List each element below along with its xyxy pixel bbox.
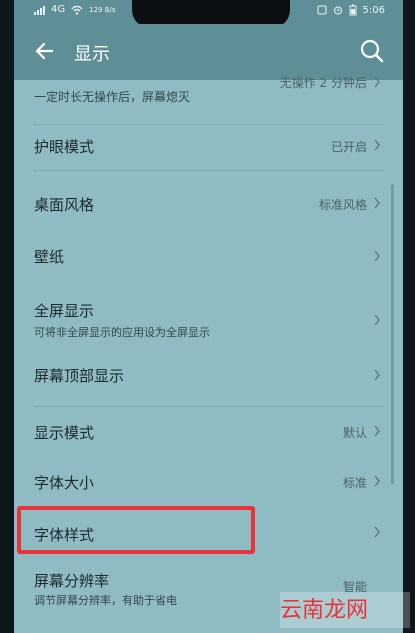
list-item-top-of-screen-display[interactable]: 屏幕顶部显示	[14, 362, 403, 406]
list-item-label: 全屏显示	[34, 302, 95, 320]
wifi-icon	[71, 5, 83, 15]
alarm-icon	[333, 6, 342, 15]
chevron-right-icon	[374, 425, 380, 437]
phone-bezel-left	[0, 0, 14, 633]
divider	[34, 406, 384, 407]
list-item-value: 已开启	[330, 140, 367, 154]
network-type-label: 4G	[51, 4, 66, 15]
phone-bezel-right	[403, 0, 415, 633]
chevron-right-icon	[374, 197, 380, 209]
page-title: 显示	[74, 44, 110, 65]
search-icon[interactable]	[357, 36, 387, 66]
list-item-value: 标准	[342, 476, 367, 490]
list-item-label: 壁纸	[34, 248, 65, 266]
list-item-label: 字体大小	[34, 474, 95, 492]
list-item-value: 标准风格	[318, 198, 367, 212]
app-header: 显示	[14, 24, 403, 80]
list-item-sublabel: 可将非全屏显示的应用设为全屏显示	[34, 326, 210, 339]
watermark-logo: 云南龙网	[280, 592, 410, 628]
list-item-label: 显示模式	[34, 424, 95, 442]
list-item-value: 默认	[342, 426, 367, 440]
chevron-right-icon	[374, 526, 380, 538]
divider	[34, 170, 384, 171]
list-item-wallpaper[interactable]: 壁纸	[14, 238, 403, 282]
divider	[34, 124, 384, 125]
list-item-label: 屏幕分辨率	[34, 572, 110, 590]
chevron-right-icon	[374, 76, 380, 88]
back-arrow-icon[interactable]	[30, 36, 60, 66]
list-item-label: 桌面风格	[34, 196, 95, 214]
battery-icon	[349, 4, 357, 16]
list-item-sublabel: 一定时长无操作后，屏幕熄灭	[34, 90, 191, 104]
list-item-font-size[interactable]: 字体大小 标准	[14, 466, 403, 510]
network-speed-label: 129 B/s	[89, 5, 116, 14]
list-item-display-mode[interactable]: 显示模式 默认	[14, 416, 403, 460]
status-time: 5:06	[362, 4, 385, 16]
scrollbar[interactable]	[391, 184, 394, 484]
list-item-label: 护眼模式	[34, 138, 95, 156]
list-item-full-screen-display[interactable]: 全屏显示 可将非全屏显示的应用设为全屏显示	[14, 296, 403, 348]
chevron-right-icon	[374, 475, 380, 487]
chevron-right-icon	[374, 369, 380, 381]
status-left: 4G 129 B/s	[34, 4, 116, 15]
list-item-eye-comfort[interactable]: 护眼模式 已开启	[14, 126, 403, 170]
chevron-right-icon	[374, 139, 380, 151]
chevron-right-icon	[374, 250, 380, 262]
signal-icon	[34, 5, 45, 15]
list-item-home-screen-style[interactable]: 桌面风格 标准风格	[14, 184, 403, 228]
list-item-label: 屏幕顶部显示	[34, 367, 125, 385]
list-item-sublabel: 调节屏幕分辨率，有助于省电	[34, 594, 177, 607]
nfc-icon	[317, 5, 327, 15]
list-item-value: 无操作 2 分钟后	[279, 76, 367, 90]
annotation-highlight-box	[17, 506, 255, 554]
status-right: 5:06	[317, 4, 385, 16]
chevron-right-icon	[374, 314, 380, 326]
list-item-screen-timeout[interactable]: 一定时长无操作后，屏幕熄灭 无操作 2 分钟后	[14, 76, 403, 122]
